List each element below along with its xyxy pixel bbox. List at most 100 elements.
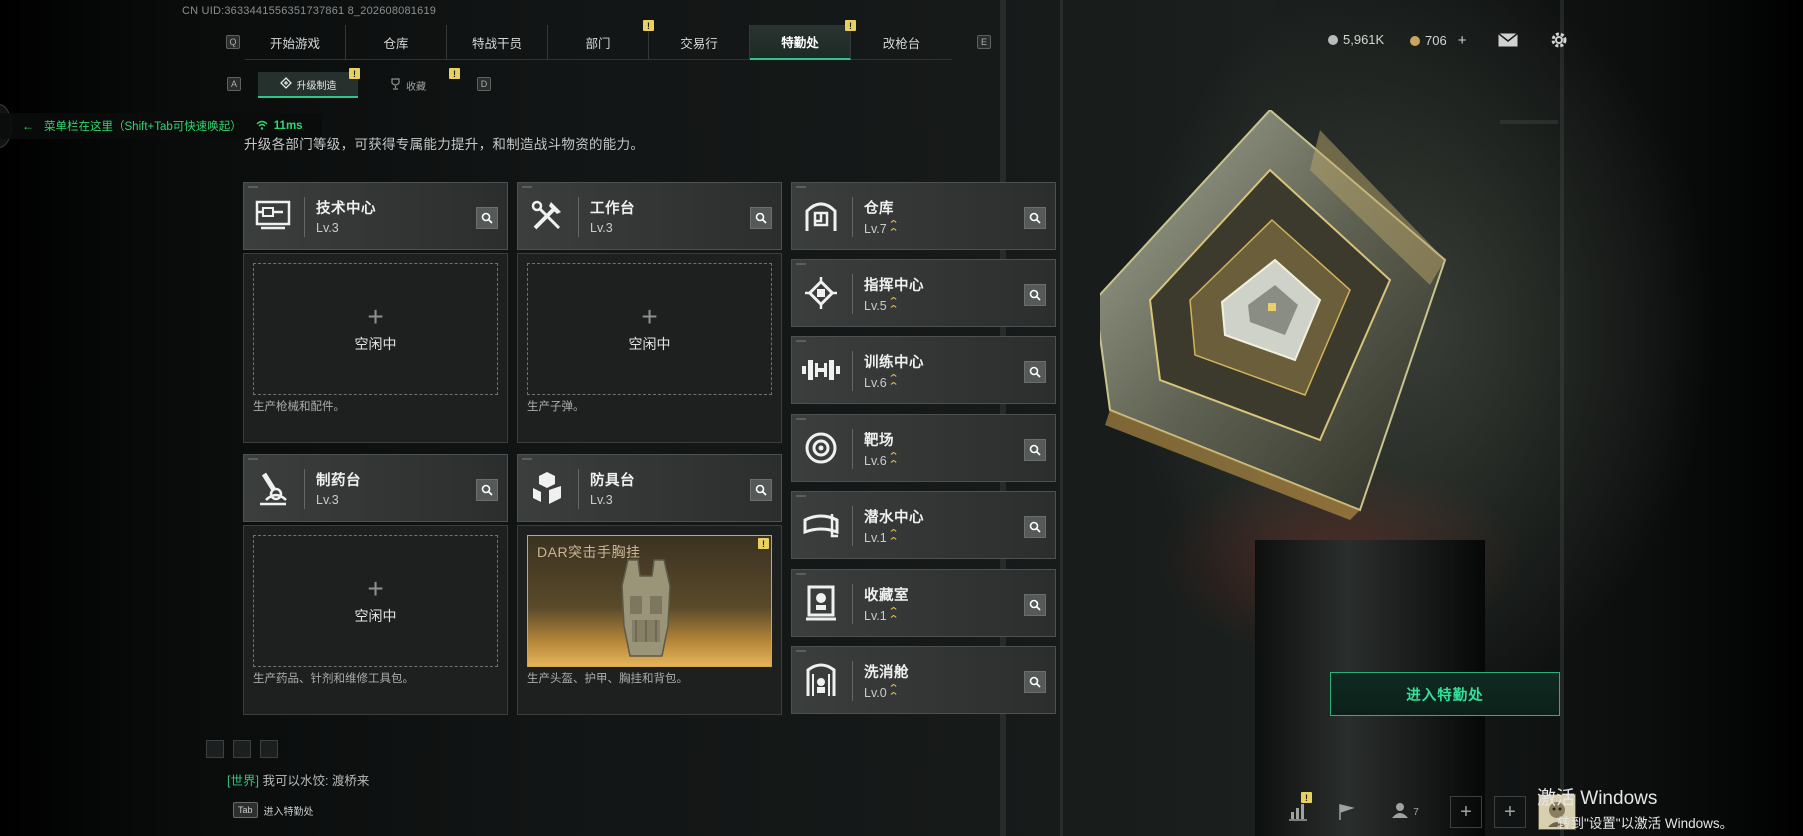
- empty-slot[interactable]: + 空闲中: [253, 263, 498, 395]
- upgrade-icon: [279, 76, 292, 92]
- add-slot-button[interactable]: +: [1494, 796, 1526, 828]
- collection-room-icon: [802, 582, 840, 624]
- facility-card-collection-room[interactable]: 收藏室 Lv.1 ⌃ ⌃: [791, 569, 1056, 637]
- department-level: Lv.3: [590, 493, 613, 507]
- search-icon[interactable]: [1024, 439, 1046, 461]
- slot-description: 生产子弹。: [527, 401, 585, 413]
- wifi-icon: [256, 120, 268, 133]
- search-icon[interactable]: [1024, 516, 1046, 538]
- tab-start-game[interactable]: 开始游戏: [245, 25, 346, 60]
- notice-badge: !: [1301, 792, 1312, 803]
- silver-currency: 5,961K: [1328, 32, 1384, 47]
- search-icon[interactable]: [476, 479, 498, 501]
- quick-slot[interactable]: [233, 740, 251, 758]
- flag-icon[interactable]: [1330, 796, 1362, 828]
- chat-message[interactable]: [世界] 我可以水饺: 渡桥来: [227, 770, 369, 789]
- plus-icon: +: [367, 573, 384, 604]
- gear-icon[interactable]: [1548, 30, 1570, 50]
- stats-icon[interactable]: !: [1282, 792, 1314, 828]
- department-card-armor-bench[interactable]: 防具台 Lv.3: [517, 454, 782, 522]
- search-icon[interactable]: [1024, 671, 1046, 693]
- trophy-icon: [390, 77, 401, 93]
- slot-status: 空闲中: [628, 336, 671, 352]
- gold-coin-icon: [1410, 35, 1420, 46]
- quick-slot[interactable]: [260, 740, 278, 758]
- search-icon[interactable]: [1024, 207, 1046, 229]
- search-icon[interactable]: [750, 479, 772, 501]
- production-slot-pharmacy[interactable]: + 空闲中 生产药品、针剂和维修工具包。: [243, 525, 508, 715]
- empty-slot[interactable]: + 空闲中: [527, 263, 772, 395]
- training-center-icon: [802, 349, 840, 391]
- upgrade-arrow-icon: ⌃ ⌃: [887, 451, 900, 471]
- search-icon[interactable]: [1024, 361, 1046, 383]
- facility-name: 收藏室: [864, 588, 909, 604]
- notice-badge: !: [449, 68, 460, 79]
- search-icon[interactable]: [1024, 594, 1046, 616]
- warehouse-icon: [802, 195, 840, 237]
- slot-description: 生产枪械和配件。: [253, 401, 345, 413]
- tech-center-icon: [254, 195, 292, 237]
- enter-secret-ops-button[interactable]: 进入特勤处: [1330, 672, 1560, 716]
- facility-level: Lv.6 ⌃ ⌃: [864, 451, 900, 471]
- add-currency-button[interactable]: +: [1458, 32, 1467, 49]
- facility-card-decon-chamber[interactable]: 洗消舱 Lv.0 ⌃ ⌃: [791, 646, 1056, 714]
- plus-icon: +: [1504, 800, 1516, 823]
- upgrade-arrow-icon: ⌃ ⌃: [887, 219, 900, 239]
- tab-operators[interactable]: 特战干员: [447, 25, 548, 60]
- department-card-workbench[interactable]: 工作台 Lv.3: [517, 182, 782, 250]
- mail-icon[interactable]: [1497, 30, 1519, 50]
- shooting-range-icon: [802, 427, 840, 469]
- search-icon[interactable]: [750, 207, 772, 229]
- workbench-icon: [528, 195, 566, 237]
- facility-level: Lv.6 ⌃ ⌃: [864, 373, 900, 393]
- add-slot-button[interactable]: +: [1450, 796, 1482, 828]
- department-card-tech-center[interactable]: 技术中心 Lv.3: [243, 182, 508, 250]
- tab-warehouse[interactable]: 仓库: [346, 25, 447, 60]
- facility-card-shooting-range[interactable]: 靶场 Lv.6 ⌃ ⌃: [791, 414, 1056, 482]
- facility-name: 洗消舱: [864, 665, 909, 681]
- facility-card-training-center[interactable]: 训练中心 Lv.6 ⌃ ⌃: [791, 336, 1056, 404]
- upgrade-arrow-icon: ⌃ ⌃: [887, 373, 900, 393]
- search-icon[interactable]: [1024, 284, 1046, 306]
- facility-name: 潜水中心: [864, 510, 924, 526]
- slot-description: 生产药品、针剂和维修工具包。: [253, 673, 414, 685]
- arrow-left-icon: ←: [22, 119, 34, 133]
- production-slot-workbench[interactable]: + 空闲中 生产子弹。: [517, 253, 782, 443]
- production-slot-tech-center[interactable]: + 空闲中 生产枪械和配件。: [243, 253, 508, 443]
- department-card-pharmacy[interactable]: 制药台 Lv.3: [243, 454, 508, 522]
- facility-card-diving-center[interactable]: 潜水中心 Lv.1 ⌃ ⌃: [791, 491, 1056, 559]
- production-slot-armor-bench[interactable]: DAR突击手胸挂 ! 生产头盔、护甲、胸挂和背包。: [517, 525, 782, 715]
- gold-currency[interactable]: 706 +: [1410, 32, 1466, 49]
- facility-name: 指挥中心: [864, 278, 924, 294]
- department-level: Lv.3: [316, 221, 339, 235]
- subtab-upgrade[interactable]: 升级制造 !: [258, 68, 360, 98]
- tab-market[interactable]: 交易行: [649, 25, 750, 60]
- crafting-item-slot[interactable]: DAR突击手胸挂 !: [527, 535, 772, 667]
- facility-name: 训练中心: [864, 355, 924, 371]
- page-subtitle: 升级各部门等级，可获得专属能力提升，和制造战斗物资的能力。: [244, 137, 645, 152]
- slot-description: 生产头盔、护甲、胸挂和背包。: [527, 673, 688, 685]
- facility-level: Lv.1 ⌃ ⌃: [864, 528, 900, 548]
- tab-secret-ops[interactable]: 特勤处 !: [750, 20, 856, 60]
- friends-button[interactable]: 7: [1382, 796, 1428, 828]
- quick-slot[interactable]: [206, 740, 224, 758]
- decon-chamber-icon: [802, 659, 840, 701]
- upgrade-arrow-icon: ⌃ ⌃: [887, 606, 900, 626]
- search-icon[interactable]: [476, 207, 498, 229]
- facility-name: 靶场: [864, 433, 894, 449]
- subtab-left-hotkey: A: [227, 77, 241, 91]
- tab-gunsmith[interactable]: 改枪台: [851, 25, 952, 60]
- subtab-collection[interactable]: 收藏 !: [358, 68, 460, 98]
- facility-level: Lv.0 ⌃ ⌃: [864, 683, 900, 703]
- tab-key: Tab: [233, 802, 258, 818]
- subtab-right-hotkey: D: [477, 77, 491, 91]
- facility-card-warehouse[interactable]: 仓库 Lv.7 ⌃ ⌃: [791, 182, 1056, 250]
- ping-indicator: 11ms: [256, 120, 303, 133]
- tab-departments[interactable]: 部门 !: [548, 20, 654, 60]
- department-name: 技术中心: [316, 201, 376, 217]
- chat-channel: [世界]: [227, 774, 259, 788]
- empty-slot[interactable]: + 空闲中: [253, 535, 498, 667]
- facility-card-command-center[interactable]: 指挥中心 Lv.5 ⌃ ⌃: [791, 259, 1056, 327]
- friends-icon: [1391, 801, 1409, 824]
- facility-level: Lv.7 ⌃ ⌃: [864, 219, 900, 239]
